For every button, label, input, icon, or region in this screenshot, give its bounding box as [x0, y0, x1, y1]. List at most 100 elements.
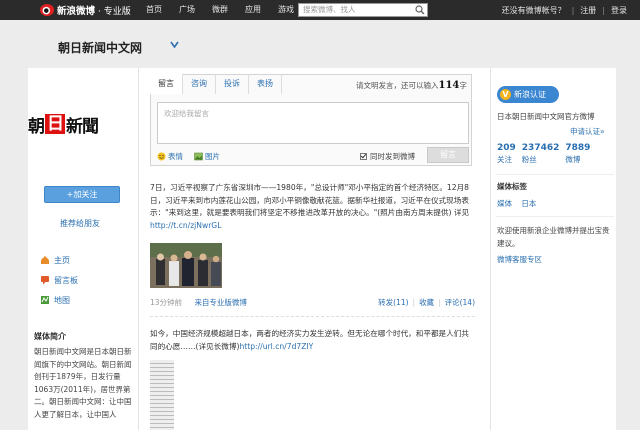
post-divider	[150, 316, 475, 317]
chevron-down-icon[interactable]	[170, 41, 179, 49]
tag-japan[interactable]: 日本	[521, 199, 536, 208]
post-1-meta: 13分钟前 来自专业版微博 转发(11) | 收藏 | 评论(14)	[150, 297, 475, 308]
post-2-text: 如今，中国经济规模超越日本，两者的经济实力发生逆转。但无论在哪个时代，和平都是人…	[150, 328, 475, 353]
nav-home[interactable]: 首页	[146, 0, 162, 20]
stat-following[interactable]: 209 关注	[497, 143, 516, 165]
media-tags-heading: 媒体标签	[497, 182, 527, 191]
register-prompt: 还没有微博帐号？	[501, 5, 566, 15]
repost-link[interactable]: 转发(11)	[378, 298, 408, 307]
right-divider	[496, 174, 614, 175]
side-link-home[interactable]: 主页	[40, 250, 78, 270]
post-1-time[interactable]: 13分钟前	[150, 298, 182, 307]
main-nav: 首页 广场 微群 应用 游戏	[146, 0, 311, 20]
nav-games[interactable]: 游戏	[278, 0, 294, 20]
verified-label: 新浪认证	[514, 90, 546, 99]
register-link[interactable]: 注册	[580, 5, 596, 16]
tab-message[interactable]: 留言	[150, 74, 183, 94]
account-links: 还没有微博帐号？ | 注册 | 登录	[502, 0, 627, 20]
support-link[interactable]: 微博客服专区	[497, 254, 542, 265]
welcome-text: 欢迎使用新浪企业微博并提出宝贵建议。	[497, 226, 610, 248]
asahi-logo: 朝 日 新聞	[28, 112, 136, 137]
logo-text: 新浪微博	[57, 6, 96, 17]
map-icon	[41, 296, 49, 304]
weibo-logo[interactable]: 新浪微博 · 专业版	[40, 3, 131, 17]
post-1-source[interactable]: 来自专业版微博	[194, 298, 247, 307]
tab-inquiry[interactable]: 咨询	[183, 74, 216, 94]
sync-checkbox[interactable]	[360, 153, 367, 160]
tag-media[interactable]: 媒体	[497, 199, 512, 208]
divider: |	[438, 298, 441, 307]
post-2-link[interactable]: http://url.cn/7d7ZIY	[239, 342, 313, 351]
divider: |	[412, 298, 416, 307]
stat-posts-label: 微博	[565, 155, 581, 164]
top-nav-bar: 新浪微博 · 专业版 首页 广场 微群 应用 游戏 搜索微博、找人 还没有微博帐…	[0, 0, 640, 20]
sina-verified-badge[interactable]: V 新浪认证	[497, 86, 559, 103]
nav-apps[interactable]: 应用	[245, 0, 261, 20]
official-account-desc: 日本朝日新闻中文网官方微博	[497, 112, 595, 121]
char-count: 114	[438, 80, 460, 91]
post-1-link[interactable]: http://t.cn/zjNwrGL	[150, 221, 221, 230]
post-1-text: 7日，习近平视察了广东省深圳市——1980年，"总设计师"邓小平指定的首个经济特…	[150, 182, 475, 232]
login-link[interactable]: 登录	[611, 5, 627, 16]
stat-posts[interactable]: 7889 微博	[565, 143, 590, 165]
message-textarea[interactable]: 欢迎给我留言	[157, 102, 469, 144]
picture-icon	[194, 152, 203, 161]
logo-char-3: 新聞	[66, 116, 99, 137]
divider: |	[602, 5, 605, 15]
search-input[interactable]: 搜索微博、找人	[298, 3, 428, 17]
media-intro-heading: 媒体简介	[34, 332, 66, 341]
stat-following-number: 209	[497, 143, 516, 153]
logo-sub: · 专业版	[98, 6, 131, 17]
tab-praise[interactable]: 表扬	[249, 74, 282, 94]
post-message-button[interactable]: 留言	[427, 147, 469, 163]
post-1-body: 7日，习近平视察了广东省深圳市——1980年，"总设计师"邓小平指定的首个经济特…	[150, 183, 470, 217]
logo-char-1: 朝	[28, 116, 45, 137]
sync-label: 同时发到微博	[370, 152, 415, 161]
stat-following-label: 关注	[497, 155, 512, 164]
news-photo-image	[150, 243, 222, 288]
home-icon	[41, 256, 49, 264]
stat-fans-label: 粉丝	[521, 155, 537, 164]
recommend-link[interactable]: 推荐给朋友	[60, 218, 100, 229]
side-link-messages-label: 留言板	[54, 275, 78, 285]
message-board-icon	[41, 276, 49, 285]
post-2-long-image[interactable]	[150, 360, 174, 430]
divider: |	[571, 5, 575, 15]
emoji-label: 表情	[168, 152, 183, 161]
compose-tabs: 留言 咨询 投诉 表扬	[150, 74, 282, 94]
hint-prefix: 请文明发言，还可以输入	[356, 81, 439, 90]
media-intro-text: 朝日新闻中文网是日本朝日新闻旗下的中文网站。朝日新闻创刊于1879年，日发行量1…	[34, 347, 132, 419]
comment-link[interactable]: 评论(14)	[445, 298, 475, 307]
search-placeholder: 搜索微博、找人	[303, 5, 356, 14]
stat-fans-number: 237462	[521, 143, 560, 153]
sync-to-weibo[interactable]: 同时发到微博	[360, 151, 415, 162]
page-title: 朝日新闻中文网	[58, 41, 143, 55]
message-placeholder: 欢迎给我留言	[164, 109, 209, 118]
media-tags: 媒体 日本	[497, 198, 543, 209]
nav-square[interactable]: 广场	[179, 0, 195, 20]
apply-verify-link[interactable]: 申请认证»	[570, 126, 605, 137]
account-stats: 209 关注 237462 粉丝 7889 微博	[497, 143, 596, 165]
side-link-messages[interactable]: 留言板	[40, 270, 78, 290]
hint-suffix: 字	[459, 81, 467, 90]
post-1-photo[interactable]	[150, 243, 222, 288]
follow-button[interactable]: +加关注	[44, 186, 120, 203]
verified-v-icon: V	[500, 89, 511, 100]
side-links: 主页 留言板 地图	[40, 250, 78, 310]
tab-complaint[interactable]: 投诉	[216, 74, 249, 94]
logo-char-2: 日	[45, 114, 65, 134]
side-link-home-label: 主页	[54, 255, 70, 265]
stat-posts-number: 7889	[565, 143, 591, 153]
right-divider	[496, 216, 614, 217]
nav-groups[interactable]: 微群	[212, 0, 228, 20]
weibo-eye-icon	[40, 4, 54, 16]
emoji-button[interactable]: 表情	[157, 151, 183, 162]
favorite-link[interactable]: 收藏	[419, 298, 434, 307]
char-count-hint: 请文明发言，还可以输入114字	[356, 80, 467, 91]
side-link-map-label: 地图	[54, 295, 70, 305]
search-icon[interactable]	[415, 5, 425, 15]
side-link-map[interactable]: 地图	[40, 290, 78, 310]
stat-fans[interactable]: 237462 粉丝	[522, 143, 560, 165]
post-1-actions: 转发(11) | 收藏 | 评论(14)	[378, 297, 475, 308]
image-button[interactable]: 图片	[194, 151, 220, 162]
